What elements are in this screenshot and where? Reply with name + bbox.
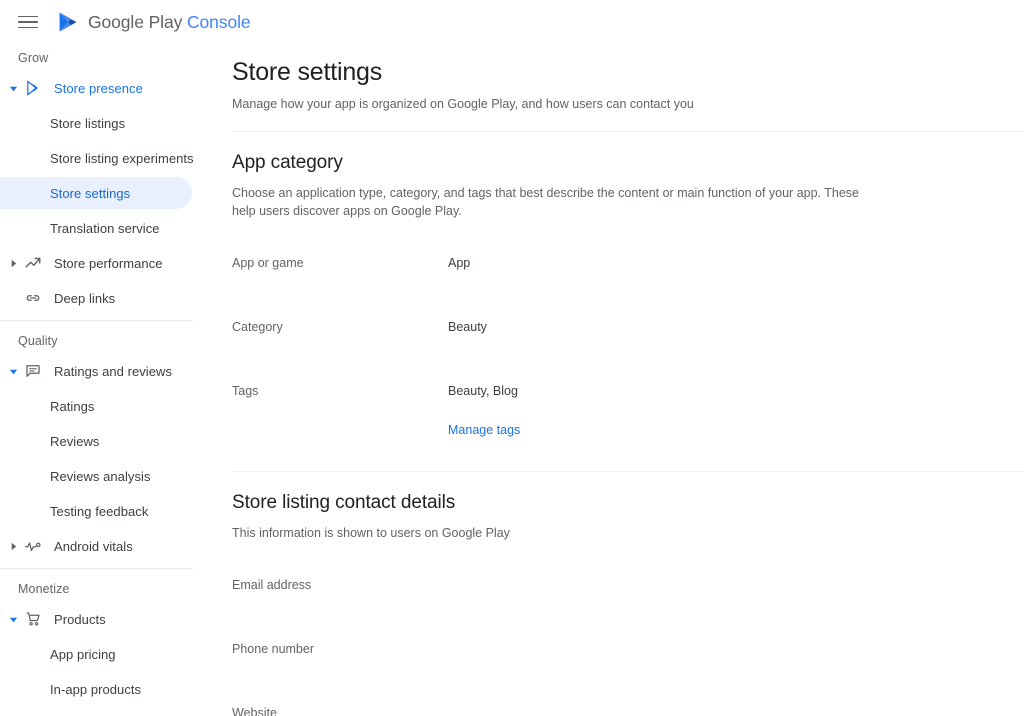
sidebar-item-store-listings[interactable]: Store listings: [0, 107, 192, 139]
field-value[interactable]: Beauty: [448, 320, 487, 334]
sidebar-item-label: Deep links: [54, 290, 116, 306]
sidebar-item-label: App pricing: [50, 646, 116, 662]
sidebar-item-app-pricing[interactable]: App pricing: [0, 638, 192, 670]
field-app-or-game: App or game App: [232, 256, 1024, 270]
google-play-logo-icon: [59, 12, 77, 32]
sidebar-navigation[interactable]: Grow Store presence Store listings Store li…: [0, 44, 210, 716]
main-content: Store settings Manage how your app is or…: [210, 44, 1024, 716]
brand-console-text: Console: [187, 11, 251, 32]
page-subtitle: Manage how your app is organized on Goog…: [232, 97, 694, 111]
contact-details-section-title: Store listing contact details: [232, 492, 456, 514]
sidebar-item-label: Store listings: [50, 115, 126, 131]
chevron-down-icon[interactable]: [4, 367, 22, 376]
sidebar-item-android-vitals[interactable]: Android vitals: [0, 530, 192, 562]
field-tags: Tags Beauty, Blog Manage tags: [232, 384, 1024, 439]
field-value[interactable]: App: [448, 256, 470, 270]
sidebar-item-label: Ratings and reviews: [54, 363, 173, 379]
sidebar-item-label: Ratings: [50, 398, 95, 414]
field-website: Website: [232, 706, 1024, 716]
sidebar-item-label: Android vitals: [54, 538, 133, 554]
app-category-description: Choose an application type, category, an…: [232, 186, 860, 219]
sidebar-section-label-grow: Grow: [18, 51, 49, 65]
tags-value-group: Beauty, Blog Manage tags: [448, 384, 520, 439]
sidebar-item-ratings[interactable]: Ratings: [0, 390, 192, 422]
chevron-right-icon[interactable]: [4, 259, 22, 268]
hamburger-bar: [18, 26, 38, 29]
sidebar-item-subscriptions[interactable]: Subscriptions: [0, 708, 192, 716]
field-category: Category Beauty: [232, 320, 1024, 334]
sidebar-item-reviews[interactable]: Reviews: [0, 425, 192, 457]
chevron-right-icon[interactable]: [4, 542, 22, 551]
chevron-down-icon[interactable]: [4, 615, 22, 624]
app-header: Google Play Console: [0, 0, 1024, 44]
sidebar-item-in-app-products[interactable]: In-app products: [0, 673, 192, 705]
field-email-address: Email address: [232, 578, 1024, 592]
sidebar-item-label: In-app products: [50, 681, 142, 697]
sidebar-item-store-listing-experiments[interactable]: Store listing experiments: [0, 142, 194, 174]
sidebar-item-store-performance[interactable]: Store performance: [0, 247, 192, 279]
sidebar-item-label: Products: [54, 611, 106, 627]
shopping-cart-icon: [22, 609, 44, 629]
field-value: Beauty, Blog: [448, 384, 518, 399]
hamburger-menu-icon[interactable]: [18, 11, 40, 33]
sidebar-item-label: Store settings: [50, 185, 131, 201]
sidebar-item-store-settings[interactable]: Store settings: [0, 177, 192, 209]
brand-google-play-text: Google Play: [88, 11, 183, 32]
sidebar-item-store-presence[interactable]: Store presence: [0, 72, 192, 104]
field-phone-number: Phone number: [232, 642, 1024, 656]
vitals-pulse-icon: [22, 536, 44, 556]
sidebar-item-products[interactable]: Products: [0, 603, 192, 635]
sidebar-section-label-quality: Quality: [18, 334, 58, 348]
field-label: Category: [232, 320, 283, 335]
sidebar-divider: [0, 568, 193, 569]
field-label: Website: [232, 706, 277, 716]
section-divider: [232, 471, 1024, 473]
google-play-icon: [22, 78, 44, 98]
brand-text: Google Play Console: [88, 12, 251, 33]
trending-up-icon: [22, 253, 44, 273]
sidebar-item-translation-service[interactable]: Translation service: [0, 212, 192, 244]
sidebar-item-label: Testing feedback: [50, 503, 149, 519]
field-label: App or game: [232, 256, 304, 271]
sidebar-item-testing-feedback[interactable]: Testing feedback: [0, 495, 192, 527]
header-divider: [232, 131, 1024, 132]
chevron-down-icon[interactable]: [4, 84, 22, 93]
sidebar-item-label: Translation service: [50, 220, 160, 236]
sidebar-item-deep-links[interactable]: Deep links: [0, 282, 192, 314]
field-label: Email address: [232, 578, 312, 593]
sidebar-item-ratings-and-reviews[interactable]: Ratings and reviews: [0, 355, 192, 387]
field-label: Tags: [232, 384, 259, 399]
sidebar-section-label-monetize: Monetize: [18, 582, 70, 596]
page-title: Store settings: [232, 58, 383, 86]
sidebar-item-label: Reviews: [50, 433, 100, 449]
manage-tags-link[interactable]: Manage tags: [448, 423, 520, 437]
contact-details-description: This information is shown to users on Go…: [232, 526, 510, 541]
sidebar-item-reviews-analysis[interactable]: Reviews analysis: [0, 460, 192, 492]
brand-logo-link[interactable]: Google Play Console: [56, 10, 251, 34]
sidebar-divider: [0, 320, 193, 321]
sidebar-item-label: Reviews analysis: [50, 468, 151, 484]
hamburger-bar: [18, 21, 38, 23]
sidebar-item-label: Store performance: [54, 255, 163, 271]
sidebar-item-label: Store presence: [54, 80, 143, 96]
sidebar-item-label: Store listing experiments: [50, 150, 194, 166]
comment-bubble-icon: [22, 361, 44, 381]
field-label: Phone number: [232, 642, 315, 657]
app-category-section-title: App category: [232, 152, 343, 173]
link-chain-icon: [22, 288, 44, 308]
hamburger-bar: [18, 15, 38, 18]
